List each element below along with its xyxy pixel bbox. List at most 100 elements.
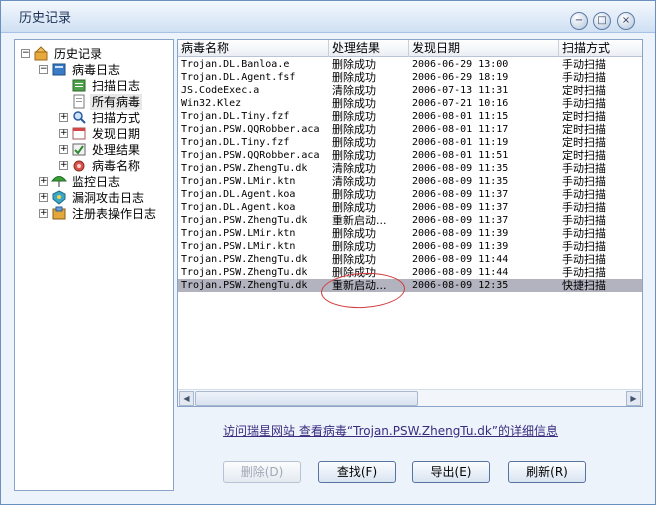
cell-scan-method: 手动扫描 [562,188,606,201]
cell-scan-method: 手动扫描 [562,58,606,71]
expand-icon[interactable]: + [39,177,48,186]
export-button[interactable]: 导出(E) [412,461,490,483]
result-icon [71,142,87,157]
cell-date: 2006-06-29 18:19 [412,72,509,83]
cell-virus-name: Trojan.PSW.ZhengTu.dk [181,267,308,278]
cell-result: 删除成功 [332,123,376,136]
table-row[interactable]: Trojan.DL.Agent.fsf 删除成功 2006-06-29 18:19 手… [178,71,642,84]
cell-scan-method: 手动扫描 [562,71,606,84]
cell-date: 2006-08-09 11:44 [412,254,509,265]
cell-scan-method: 定时扫描 [562,136,606,149]
tree-item-label: 扫描日志 [92,79,141,93]
cell-date: 2006-08-09 12:35 [412,280,509,291]
title-bar[interactable]: 历史记录 − □ × [1,1,655,33]
cell-virus-name: Trojan.DL.Banloa.e [181,59,290,70]
table-row[interactable]: Trojan.PSW.LMir.ktn 清除成功 2006-08-09 11:35 手… [178,175,642,188]
close-button[interactable]: × [617,12,635,30]
table-row[interactable]: Trojan.PSW.ZhengTu.dk 删除成功 2006-08-09 11:4… [178,266,642,279]
table-row[interactable]: Trojan.DL.Tiny.fzf 删除成功 2006-08-01 11:19 定时… [178,136,642,149]
column-scan-method[interactable]: 扫描方式 [559,40,642,57]
horizontal-scrollbar[interactable]: ◀ ▶ [178,389,642,406]
table-row[interactable]: Trojan.PSW.QQRobber.aca 删除成功 2006-08-01 11… [178,149,642,162]
table-row[interactable]: Win32.Klez 删除成功 2006-07-21 10:16 手动扫描 [178,97,642,110]
cell-date: 2006-08-09 11:39 [412,241,509,252]
cell-scan-method: 定时扫描 [562,84,606,97]
cell-virus-name: Trojan.PSW.LMir.ktn [181,176,296,187]
expand-icon[interactable]: + [59,145,68,154]
table-row[interactable]: JS.CodeExec.a 清除成功 2006-07-13 11:31 定时扫描 [178,84,642,97]
cell-date: 2006-08-09 11:44 [412,267,509,278]
cell-scan-method: 手动扫描 [562,162,606,175]
column-date[interactable]: 发现日期 [409,40,559,57]
cell-scan-method: 手动扫描 [562,253,606,266]
delete-button[interactable]: 删除(D) [223,461,301,483]
collapse-icon[interactable]: − [39,65,48,74]
scroll-left-icon[interactable]: ◀ [179,391,194,406]
table-row[interactable]: Trojan.PSW.QQRobber.aca 删除成功 2006-08-01 11… [178,123,642,136]
cell-result: 清除成功 [332,175,376,188]
cell-scan-method: 定时扫描 [562,149,606,162]
table-row[interactable]: Trojan.PSW.ZhengTu.dk 重新启动... 2006-08-09 1… [178,214,642,227]
expand-icon[interactable]: + [59,161,68,170]
table-row[interactable]: Trojan.PSW.ZhengTu.dk 清除成功 2006-08-09 11:3… [178,162,642,175]
cell-virus-name: Trojan.PSW.QQRobber.aca [181,124,320,135]
vulnerability-icon [51,190,67,205]
refresh-button[interactable]: 刷新(R) [508,461,586,483]
cell-virus-name: Trojan.PSW.LMir.ktn [181,228,296,239]
find-button[interactable]: 查找(F) [318,461,396,483]
cell-date: 2006-06-29 13:00 [412,59,509,70]
expand-icon[interactable]: + [59,129,68,138]
log-tree[interactable]: − 历史记录 − 病毒日志 扫描日志 所有病毒 + 扫描方式 + 发现日期 + 处理结果 + 病毒名称 + 监… [14,39,174,491]
cell-result: 删除成功 [332,149,376,162]
tree-item-label: 扫描方式 [92,111,141,125]
scroll-right-icon[interactable]: ▶ [626,391,641,406]
expand-icon[interactable]: + [39,193,48,202]
list-header: 病毒名称 处理结果 发现日期 扫描方式 [178,40,642,57]
cell-virus-name: Trojan.DL.Agent.koa [181,189,296,200]
table-row[interactable]: Trojan.PSW.LMir.ktn 删除成功 2006-08-09 11:39 手… [178,240,642,253]
cell-virus-name: Trojan.PSW.ZhengTu.dk [181,280,308,291]
scroll-thumb[interactable] [195,391,418,406]
expand-icon[interactable]: + [59,113,68,122]
column-virus-name[interactable]: 病毒名称 [178,40,329,57]
cell-date: 2006-08-09 11:37 [412,189,509,200]
cell-date: 2006-08-09 11:37 [412,215,509,226]
maximize-button[interactable]: □ [593,12,611,30]
cell-scan-method: 手动扫描 [562,227,606,240]
cell-date: 2006-08-01 11:19 [412,137,509,148]
registry-icon [51,206,67,221]
cell-date: 2006-08-01 11:51 [412,150,509,161]
cell-date: 2006-08-09 11:35 [412,176,509,187]
collapse-icon[interactable]: − [21,49,30,58]
cell-result: 删除成功 [332,227,376,240]
cell-virus-name: Trojan.DL.Agent.koa [181,202,296,213]
table-row[interactable]: Trojan.PSW.LMir.ktn 删除成功 2006-08-09 11:39 手… [178,227,642,240]
column-result[interactable]: 处理结果 [329,40,409,57]
cell-result: 删除成功 [332,97,376,110]
cell-date: 2006-08-09 11:35 [412,163,509,174]
expand-icon[interactable]: + [39,209,48,218]
table-row[interactable]: Trojan.DL.Agent.koa 删除成功 2006-08-09 11:37 手… [178,188,642,201]
tree-item-label: 漏洞攻击日志 [72,191,145,205]
table-row[interactable]: Trojan.PSW.ZhengTu.dk 重新启动... 2006-08-09 1… [178,279,642,292]
table-row[interactable]: Trojan.DL.Banloa.e 删除成功 2006-06-29 13:00 手动… [178,58,642,71]
cell-result: 删除成功 [332,201,376,214]
history-icon [33,46,49,61]
virus-list[interactable]: 病毒名称 处理结果 发现日期 扫描方式 Trojan.DL.Banloa.e 删除… [177,39,643,407]
cell-date: 2006-08-09 11:37 [412,202,509,213]
cell-virus-name: JS.CodeExec.a [181,85,260,96]
tree-item-label: 所有病毒 [90,94,143,110]
cell-scan-method: 定时扫描 [562,110,606,123]
table-row[interactable]: Trojan.DL.Agent.koa 删除成功 2006-08-09 11:37 手… [178,201,642,214]
cell-virus-name: Trojan.PSW.ZhengTu.dk [181,163,308,174]
virus-log-icon [51,62,67,77]
cell-result: 清除成功 [332,84,376,97]
cell-date: 2006-08-09 11:39 [412,228,509,239]
virus-info-link[interactable]: 访问瑞星网站 查看病毒“Trojan.PSW.ZhengTu.dk”的详细信息 [223,422,558,439]
tree-item-label: 处理结果 [92,143,141,157]
cell-virus-name: Trojan.PSW.LMir.ktn [181,241,296,252]
tree-item-label: 历史记录 [54,47,103,61]
table-row[interactable]: Trojan.PSW.ZhengTu.dk 删除成功 2006-08-09 11:4… [178,253,642,266]
minimize-button[interactable]: − [570,12,588,30]
table-row[interactable]: Trojan.DL.Tiny.fzf 删除成功 2006-08-01 11:15 定时… [178,110,642,123]
